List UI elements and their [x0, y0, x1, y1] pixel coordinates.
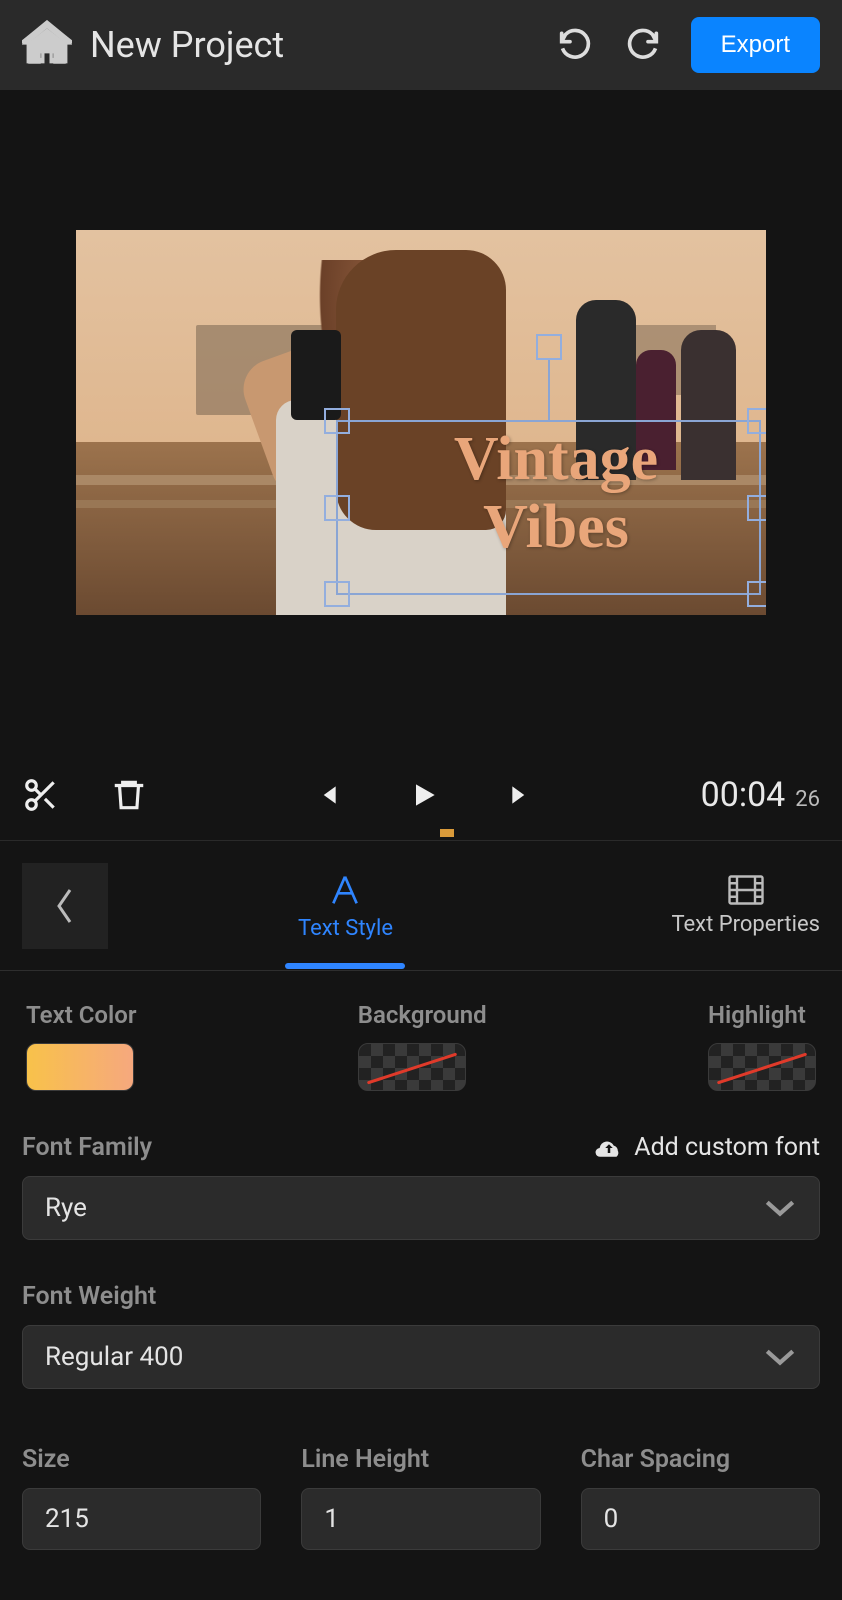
resize-handle-tl[interactable]	[324, 408, 350, 434]
upload-cloud-icon	[594, 1135, 624, 1161]
current-frames: 26	[795, 787, 820, 812]
font-weight-value: Regular 400	[45, 1342, 763, 1372]
font-family-value: Rye	[45, 1193, 763, 1223]
background-swatch[interactable]	[358, 1043, 466, 1091]
line-height-label: Line Height	[301, 1445, 540, 1474]
size-input[interactable]: 215	[22, 1488, 261, 1550]
playback-controls: 00:04 26	[22, 765, 820, 825]
font-family-select[interactable]: Rye	[22, 1176, 820, 1240]
background-label: Background	[358, 1001, 487, 1029]
line-height-col: Line Height 1	[301, 1445, 540, 1550]
back-button[interactable]	[22, 863, 108, 949]
film-icon	[728, 874, 764, 906]
tab-underline	[285, 963, 405, 969]
char-spacing-value: 0	[604, 1504, 619, 1534]
text-color-swatch[interactable]	[26, 1043, 134, 1091]
text-style-icon	[325, 870, 365, 910]
background-color-group: Background	[358, 1001, 487, 1091]
tab-text-style[interactable]: Text Style	[298, 870, 393, 941]
highlight-label: Highlight	[708, 1001, 816, 1029]
export-button[interactable]: Export	[691, 17, 820, 73]
char-spacing-col: Char Spacing 0	[581, 1445, 820, 1550]
font-weight-row: Font Weight Regular 400	[22, 1282, 820, 1389]
next-frame-icon[interactable]	[508, 780, 534, 810]
chevron-down-icon	[763, 1197, 797, 1219]
chevron-down-icon	[763, 1346, 797, 1368]
highlight-swatch[interactable]	[708, 1043, 816, 1091]
resize-handle-mr[interactable]	[747, 495, 766, 521]
text-selection-box[interactable]	[336, 420, 761, 595]
undo-icon[interactable]	[555, 25, 595, 65]
play-icon[interactable]	[408, 777, 440, 813]
resize-handle-tr[interactable]	[747, 408, 766, 434]
playback-group	[314, 777, 534, 813]
prev-frame-icon[interactable]	[314, 780, 340, 810]
home-icon[interactable]	[22, 20, 72, 70]
text-style-panel: Text Color Background Highlight Font Fam…	[22, 971, 820, 1550]
add-custom-font-button[interactable]: Add custom font	[594, 1133, 820, 1162]
video-preview-area: Vintage Vibes	[22, 90, 820, 615]
rotation-handle[interactable]	[536, 334, 562, 360]
font-family-row: Font Family Add custom font Rye	[22, 1133, 820, 1240]
char-spacing-label: Char Spacing	[581, 1445, 820, 1474]
char-spacing-input[interactable]: 0	[581, 1488, 820, 1550]
font-weight-select[interactable]: Regular 400	[22, 1325, 820, 1389]
timeline-marker[interactable]	[0, 833, 842, 841]
cut-icon[interactable]	[22, 776, 60, 814]
text-color-label: Text Color	[26, 1001, 136, 1029]
app-root: New Project Export Vintage Vibes	[0, 0, 842, 1600]
tab-label: Text Properties	[671, 912, 820, 937]
font-weight-label: Font Weight	[22, 1282, 156, 1311]
size-value: 215	[45, 1504, 89, 1534]
time-display: 00:04 26	[701, 775, 820, 815]
app-header: New Project Export	[0, 0, 842, 90]
video-preview[interactable]: Vintage Vibes	[76, 230, 766, 615]
current-time: 00:04	[701, 775, 786, 815]
tab-text-properties[interactable]: Text Properties	[671, 874, 820, 937]
resize-handle-bl[interactable]	[324, 581, 350, 607]
color-row: Text Color Background Highlight	[22, 1001, 820, 1091]
trash-icon[interactable]	[110, 776, 148, 814]
text-color-group: Text Color	[26, 1001, 136, 1091]
rotation-line	[548, 360, 550, 422]
editor-tabs: Text Style Text Properties	[0, 841, 842, 971]
tab-label: Text Style	[298, 916, 393, 941]
line-height-input[interactable]: 1	[301, 1488, 540, 1550]
chevron-left-icon	[53, 886, 77, 926]
font-family-label: Font Family	[22, 1133, 152, 1162]
numeric-row: Size 215 Line Height 1 Char Spacing 0	[22, 1445, 820, 1550]
resize-handle-ml[interactable]	[324, 495, 350, 521]
size-label: Size	[22, 1445, 261, 1474]
project-title[interactable]: New Project	[90, 24, 555, 66]
resize-handle-br[interactable]	[747, 581, 766, 607]
size-col: Size 215	[22, 1445, 261, 1550]
line-height-value: 1	[324, 1504, 339, 1534]
highlight-color-group: Highlight	[708, 1001, 816, 1091]
redo-icon[interactable]	[623, 25, 663, 65]
add-custom-font-label: Add custom font	[634, 1133, 820, 1162]
